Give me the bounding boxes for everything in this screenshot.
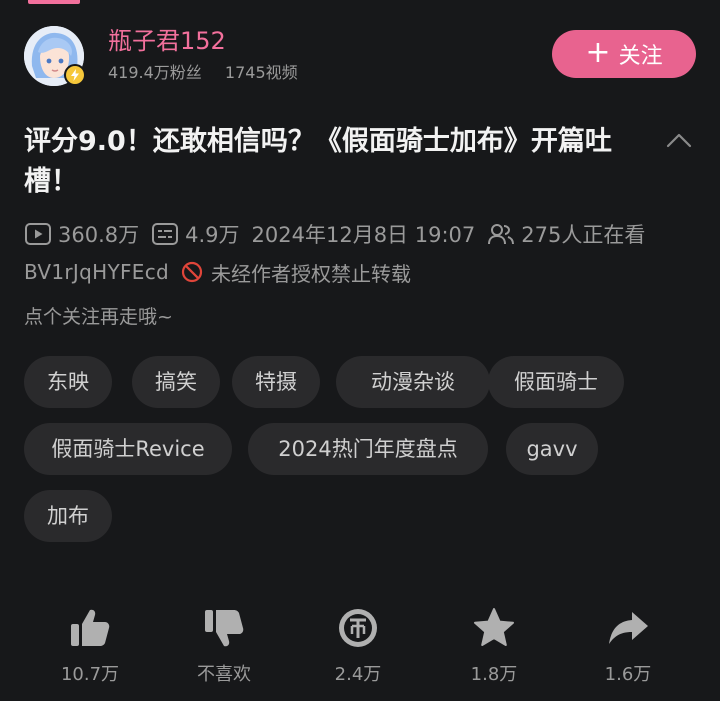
share-icon: [578, 600, 678, 656]
like-button[interactable]: 10.7万: [40, 600, 140, 686]
tag-item[interactable]: 假面骑士: [488, 356, 624, 408]
favorite-button[interactable]: 1.8万: [444, 600, 544, 686]
like-count: 10.7万: [60, 664, 120, 685]
video-title: 评分9.0！还敢相信吗？《假面骑士加布》开篇吐槽！: [24, 126, 612, 197]
publish-date: 2024年12月8日 19:07: [252, 219, 476, 249]
dislike-label: 不喜欢: [197, 664, 251, 685]
dislike-button[interactable]: 不喜欢: [174, 600, 274, 686]
tag-item[interactable]: gavv: [506, 423, 598, 475]
tag-item[interactable]: 动漫杂谈: [336, 356, 490, 408]
like-icon: [40, 600, 140, 656]
tag-item[interactable]: 东映: [24, 356, 112, 408]
video-description: 点个关注再走哦~: [24, 306, 173, 328]
fans-count: 419.4万粉丝: [108, 63, 202, 82]
play-count-value: 360.8万: [58, 223, 140, 247]
danmaku-count: 4.9万: [151, 219, 240, 249]
plus-icon: +: [585, 34, 611, 70]
no-reprint-icon: [181, 261, 203, 283]
favorite-count: 1.8万: [470, 664, 518, 685]
dislike-icon: [174, 600, 274, 656]
uploader-stats: 419.4万粉丝 1745视频: [108, 62, 316, 84]
coin-button[interactable]: 2.4万: [308, 600, 408, 686]
action-bar: 10.7万 不喜欢 2.4万 1.8万 1.6万: [0, 600, 720, 700]
coin-icon: [308, 600, 408, 656]
video-count: 1745视频: [224, 63, 298, 82]
verify-badge-icon: [64, 64, 86, 86]
video-meta-row: 360.8万 4.9万 2024年12月8日 19:07 275人正在看: [24, 218, 657, 250]
watching-icon: [488, 224, 515, 245]
share-count: 1.6万: [604, 664, 652, 685]
uploader-name[interactable]: 瓶子君152: [108, 26, 226, 56]
copyright-text: 未经作者授权禁止转载: [211, 261, 412, 286]
tag-item[interactable]: 假面骑士Revice: [24, 423, 232, 475]
play-count-icon: [25, 223, 51, 245]
favorite-icon: [444, 600, 544, 656]
publish-date-value: 2024年12月8日 19:07: [251, 223, 476, 247]
follow-button[interactable]: + 关注: [552, 30, 696, 78]
tag-item[interactable]: 特摄: [232, 356, 320, 408]
share-button[interactable]: 1.6万: [578, 600, 678, 686]
tag-item[interactable]: 加布: [24, 490, 112, 542]
follow-label: 关注: [618, 44, 663, 69]
tag-item[interactable]: 搞笑: [132, 356, 220, 408]
copyright-notice: 未经作者授权禁止转载: [181, 258, 411, 287]
watching-now-value: 275人正在看: [521, 223, 646, 247]
watching-now: 275人正在看: [487, 219, 645, 249]
danmaku-count-value: 4.9万: [185, 223, 240, 247]
play-count: 360.8万: [24, 219, 139, 249]
top-accent-bar: [28, 0, 80, 4]
video-meta-row-2: BV1rJqHYFEcd 未经作者授权禁止转载: [24, 256, 411, 288]
tag-item[interactable]: 2024热门年度盘点: [248, 423, 488, 475]
collapse-icon[interactable]: [666, 130, 692, 150]
danmaku-icon: [152, 223, 179, 245]
coin-count: 2.4万: [334, 664, 382, 685]
bvid[interactable]: BV1rJqHYFEcd: [24, 260, 169, 284]
